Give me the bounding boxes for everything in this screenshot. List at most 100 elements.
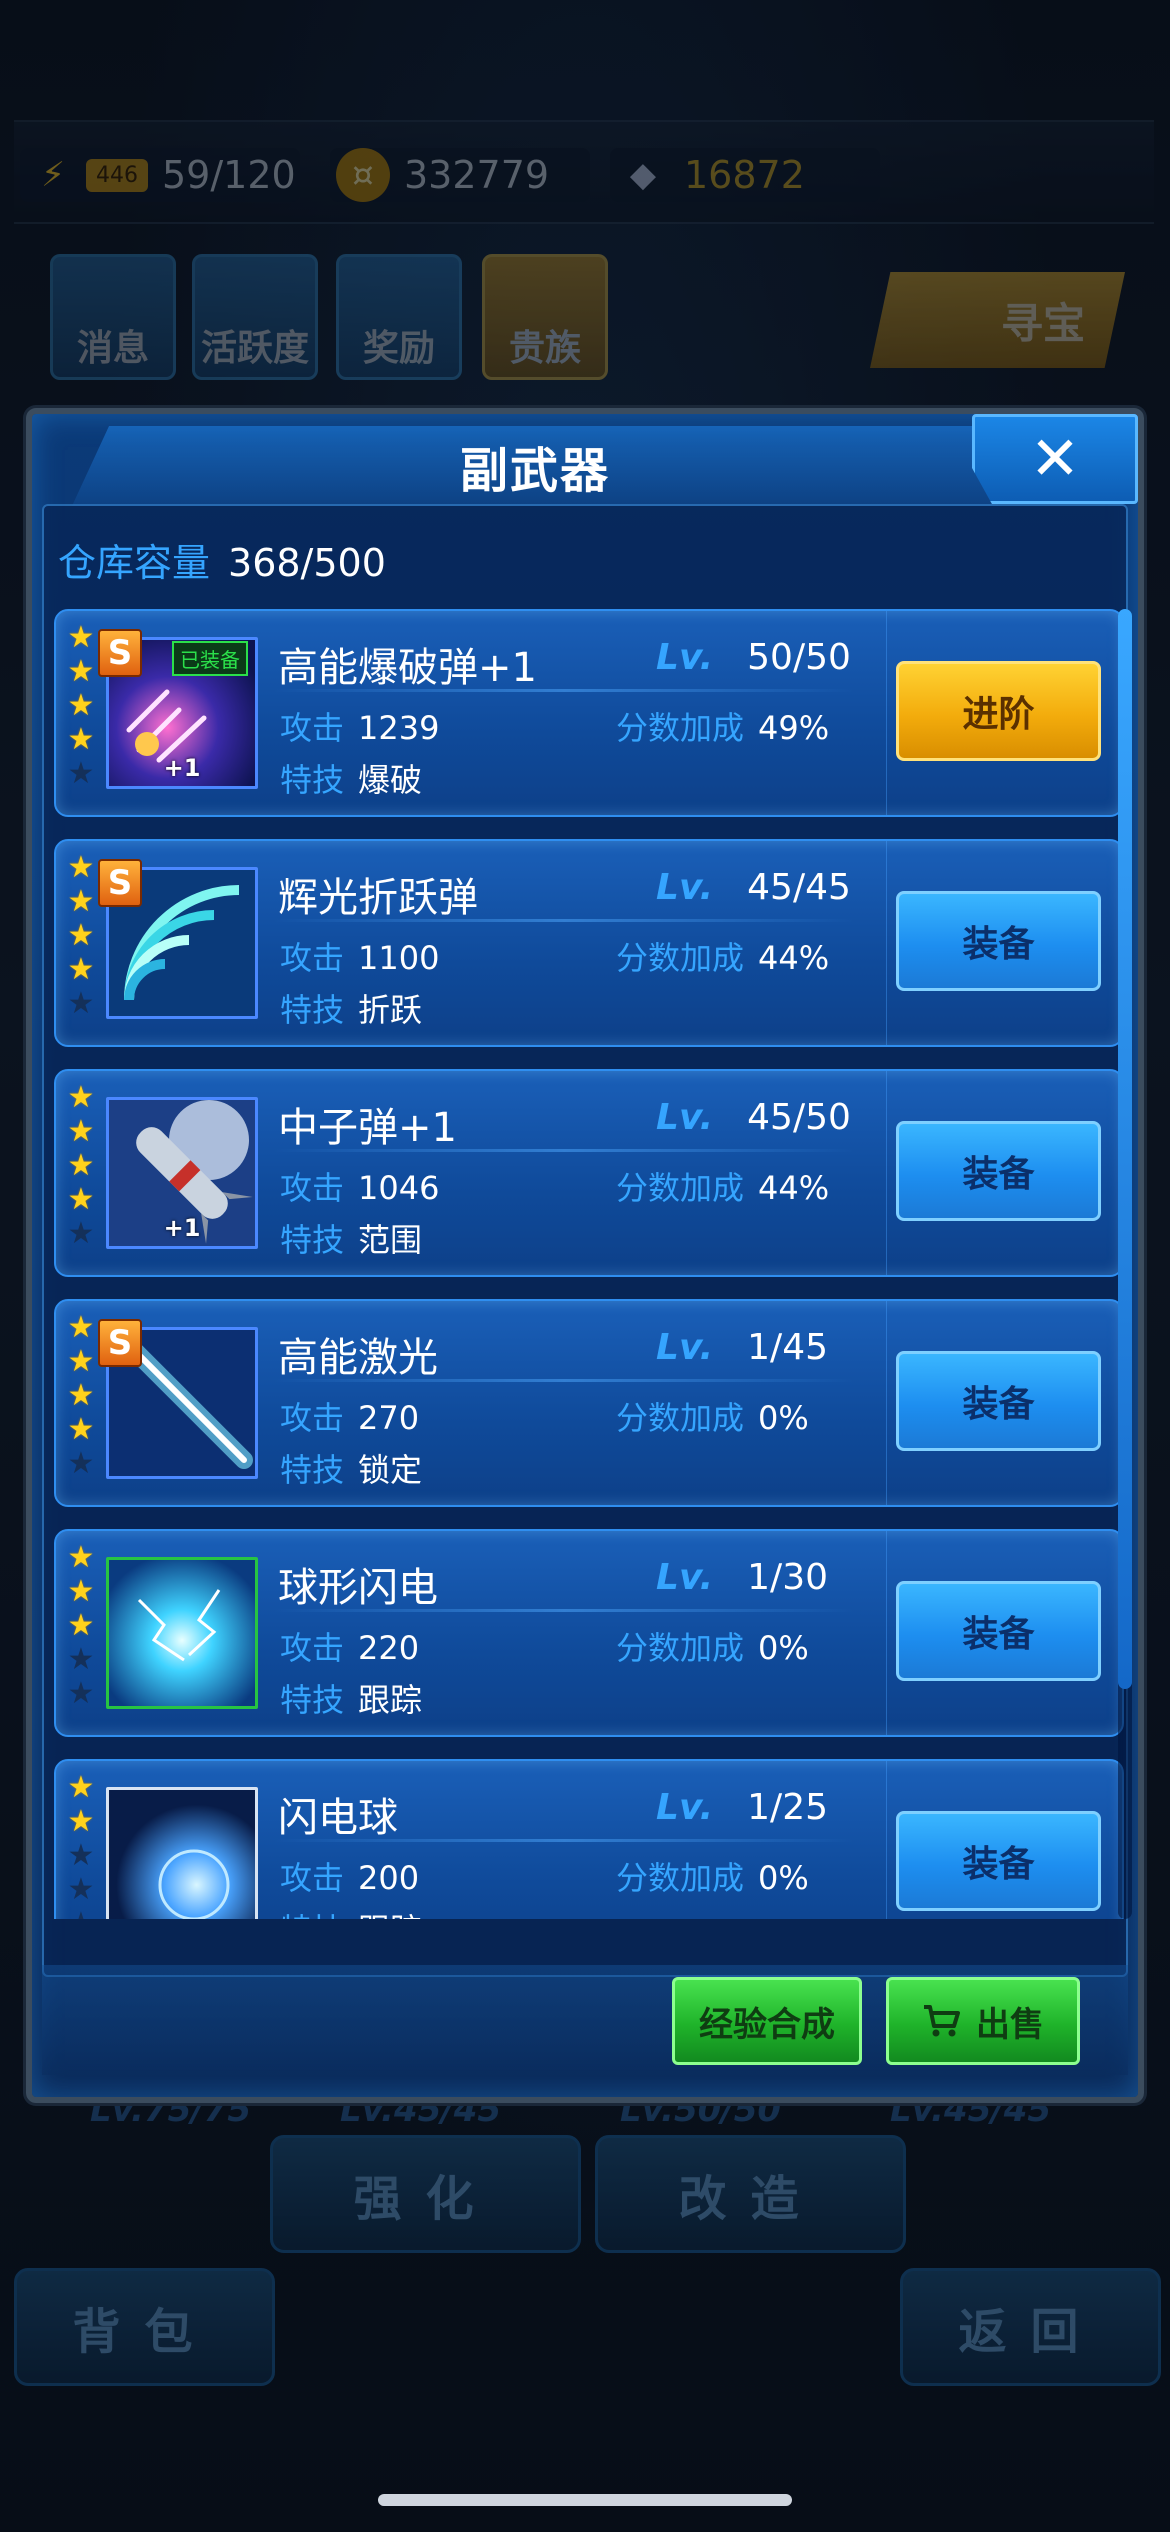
attack-value: 270 <box>358 1399 420 1437</box>
lv-label: Lv. <box>656 1327 714 1368</box>
bonus-label: 分数加成 <box>616 709 745 747</box>
skill-stat: 特技跟踪 <box>280 1905 422 1919</box>
advance-button[interactable]: 进阶 <box>896 661 1101 761</box>
weapon-name: 高能激光 <box>278 1335 438 1381</box>
bonus-value: 0% <box>758 1399 809 1437</box>
weapon-level: Lv. 1/45 <box>656 1327 828 1368</box>
weapon-level: Lv. 45/50 <box>656 1097 851 1138</box>
skill-label: 特技 <box>280 1221 345 1259</box>
star-icon: ★ <box>67 688 95 723</box>
close-button[interactable]: ✕ <box>972 414 1138 504</box>
star-icon: ★ <box>67 1446 95 1481</box>
score-bonus: 分数加成 44% <box>616 1163 829 1209</box>
attack-stat: 攻击 200 <box>280 1853 419 1899</box>
attack-stat: 攻击 1100 <box>280 933 439 979</box>
divider <box>886 841 887 1045</box>
s-rank-badge: S <box>98 859 142 907</box>
weapon-thumbnail[interactable] <box>106 1557 258 1709</box>
lv-label: Lv. <box>656 1097 714 1138</box>
attack-label: 攻击 <box>280 1169 345 1207</box>
close-icon: ✕ <box>1029 424 1081 494</box>
attack-label: 攻击 <box>280 709 345 747</box>
sell-button[interactable]: 出售 <box>886 1977 1080 2065</box>
star-rating: ★★★★★ <box>64 621 98 791</box>
home-indicator[interactable] <box>378 2494 792 2506</box>
lightning-orb-icon <box>109 1790 255 1919</box>
weapon-thumbnail[interactable]: +1 <box>106 1097 258 1249</box>
weapon-name: 高能爆破弹+1 <box>278 645 537 691</box>
s-rank-badge: S <box>98 1319 142 1367</box>
star-icon: ★ <box>67 1540 95 1575</box>
exp-merge-label: 经验合成 <box>699 2004 835 2045</box>
cart-icon <box>924 2005 960 2037</box>
divider <box>274 689 854 692</box>
dialog-footer: 经验合成 出售 <box>42 1965 1128 2075</box>
weapon-card: ★ ★ ★ ★ ★ S 辉光折跃弹 Lv. 45/45 攻击 1100 分数加成 44% <box>54 839 1124 1047</box>
skill-value: 跟踪 <box>358 1681 423 1719</box>
divider <box>274 1839 854 1842</box>
divider <box>886 1071 887 1275</box>
scrollbar[interactable] <box>1118 609 1132 1919</box>
weapon-name: 闪电球 <box>278 1795 398 1841</box>
star-rating: ★★★★★ <box>64 1081 98 1251</box>
skill-value: 爆破 <box>358 761 423 799</box>
level-value: 1/25 <box>747 1787 828 1828</box>
star-icon: ★ <box>67 1642 95 1677</box>
skill-stat: 特技跟踪 <box>280 1675 422 1721</box>
weapon-name: 球形闪电 <box>278 1565 438 1611</box>
lv-label: Lv. <box>656 1557 714 1598</box>
divider <box>886 611 887 815</box>
weapon-level: Lv. 1/30 <box>656 1557 828 1598</box>
level-value: 45/50 <box>747 1097 851 1138</box>
attack-value: 220 <box>358 1629 420 1667</box>
skill-value: 跟踪 <box>358 1911 422 1919</box>
equip-button[interactable]: 装备 <box>896 1581 1101 1681</box>
attack-value: 1046 <box>358 1169 440 1207</box>
level-value: 50/50 <box>747 637 851 678</box>
weapon-level: Lv. 50/50 <box>656 637 851 678</box>
attack-value: 1100 <box>358 939 440 977</box>
star-icon: ★ <box>67 1114 95 1149</box>
level-value: 1/30 <box>747 1557 828 1598</box>
weapon-card: ★ ★ ★ ★ ★ +1 中子弹+1 Lv. 45/50 攻击 1046 分数加成 44% 特… <box>54 1069 1124 1277</box>
divider <box>274 919 854 922</box>
s-rank-badge: S <box>98 629 142 677</box>
star-icon: ★ <box>67 620 95 655</box>
equip-button[interactable]: 装备 <box>896 1811 1101 1911</box>
divider <box>274 1609 854 1612</box>
bonus-value: 0% <box>758 1629 809 1667</box>
divider <box>886 1301 887 1505</box>
score-bonus: 分数加成 0% <box>616 1853 809 1899</box>
equipped-tag: 已装备 <box>172 641 248 676</box>
star-rating: ★★★★★ <box>64 1541 98 1711</box>
weapon-level: Lv. 1/25 <box>656 1787 828 1828</box>
equip-button[interactable]: 装备 <box>896 1351 1101 1451</box>
skill-label: 特技 <box>280 1681 345 1719</box>
star-icon: ★ <box>67 1378 95 1413</box>
skill-label: 特技 <box>280 991 345 1029</box>
star-icon: ★ <box>67 1412 95 1447</box>
star-icon: ★ <box>67 1574 95 1609</box>
attack-stat: 攻击 1046 <box>280 1163 439 1209</box>
bonus-label: 分数加成 <box>616 1629 745 1667</box>
star-rating: ★★★★★ <box>64 1771 98 1920</box>
skill-value: 锁定 <box>358 1451 423 1489</box>
star-icon: ★ <box>67 986 95 1021</box>
scrollbar-thumb[interactable] <box>1118 609 1132 1689</box>
skill-stat: 特技 爆破 <box>280 755 422 801</box>
exp-merge-button[interactable]: 经验合成 <box>672 1977 862 2065</box>
equip-button[interactable]: 装备 <box>896 1121 1101 1221</box>
star-icon: ★ <box>67 1608 95 1643</box>
skill-value: 范围 <box>358 1221 423 1259</box>
skill-label: 特技 <box>280 761 345 799</box>
weapon-thumbnail[interactable] <box>106 1787 258 1919</box>
weapon-card: ★ ★ ★ ★ ★ S 高能激光 Lv. 1/45 攻击 270 分数加成 0% 特技 锁定 装… <box>54 1299 1124 1507</box>
bonus-label: 分数加成 <box>616 1169 745 1207</box>
capacity-label: 仓库容量 <box>58 541 211 585</box>
weapon-list[interactable]: ★ ★ ★ ★ ★ S 已装备 +1 高能爆破弹+1 Lv. 50/50 攻击 1239 分… <box>54 609 1124 1919</box>
attack-stat: 攻击 220 <box>280 1623 419 1669</box>
equip-button[interactable]: 装备 <box>896 891 1101 991</box>
skill-stat: 特技 范围 <box>280 1215 422 1261</box>
title-bar: 副武器 <box>72 426 998 506</box>
star-icon: ★ <box>64 1907 98 1920</box>
